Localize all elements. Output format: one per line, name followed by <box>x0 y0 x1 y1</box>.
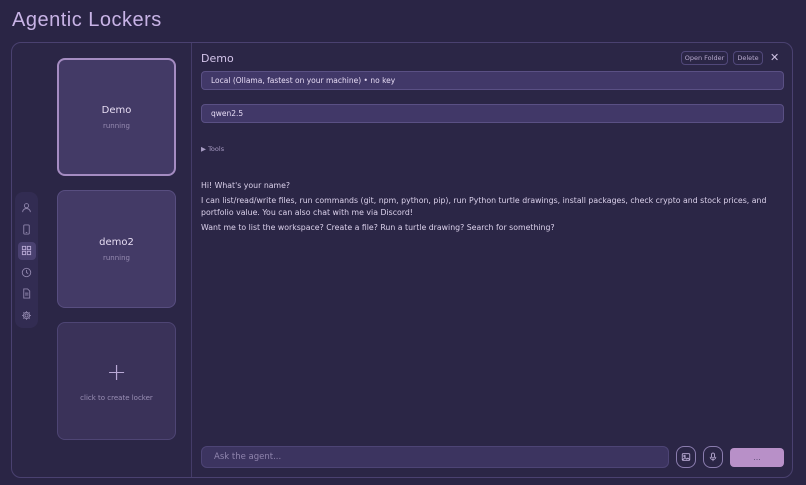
nav-history-button[interactable] <box>18 264 36 282</box>
clock-icon <box>21 267 32 278</box>
chat-message: I can list/read/write files, run command… <box>201 196 767 217</box>
nav-settings-button[interactable] <box>18 307 36 325</box>
provider-select[interactable]: Local (Ollama, fastest on your machine) … <box>201 71 784 90</box>
chat-message: Want me to list the workspace? Create a … <box>201 222 555 232</box>
microphone-button[interactable] <box>703 446 723 468</box>
image-icon <box>681 453 691 461</box>
create-locker-card[interactable]: + click to create locker <box>57 322 176 440</box>
delete-button[interactable]: Delete <box>733 51 763 65</box>
panel-divider <box>191 43 192 477</box>
app-title: Agentic Lockers <box>12 9 162 31</box>
nav-docs-button[interactable] <box>18 285 36 303</box>
model-input[interactable]: qwen2.5 <box>201 104 784 123</box>
gear-icon <box>22 310 31 320</box>
locker-status: running <box>102 253 130 262</box>
open-folder-button[interactable]: Open Folder <box>681 51 728 65</box>
chat-input[interactable]: Ask the agent... <box>201 446 669 468</box>
nav-lockers-button[interactable] <box>17 242 36 260</box>
phone-icon <box>23 224 30 235</box>
close-icon[interactable]: ✕ <box>770 51 779 64</box>
nav-user-button[interactable] <box>18 199 36 217</box>
locker-title: Demo <box>201 52 234 65</box>
grid-icon <box>21 246 32 256</box>
send-button[interactable]: ... <box>730 448 784 467</box>
nav-phone-button[interactable] <box>18 221 36 239</box>
locker-name: demo2 <box>99 236 134 248</box>
locker-card-demo2[interactable]: demo2 running <box>57 190 176 308</box>
document-icon <box>23 288 31 299</box>
user-icon <box>22 203 31 213</box>
chat-message: Hi! What's your name? <box>201 181 291 190</box>
locker-name: Demo <box>101 104 132 116</box>
locker-card-demo[interactable]: Demo running <box>57 58 176 176</box>
create-locker-label: click to create locker <box>80 394 153 402</box>
nav-rail <box>15 192 38 328</box>
microphone-icon <box>709 452 717 462</box>
locker-status: running <box>102 121 130 130</box>
tools-toggle[interactable]: ▶ Tools <box>201 145 224 153</box>
attach-image-button[interactable] <box>676 446 696 468</box>
chat-log: Hi! What's your name? I can list/read/wr… <box>201 180 786 237</box>
plus-icon: + <box>106 358 127 386</box>
